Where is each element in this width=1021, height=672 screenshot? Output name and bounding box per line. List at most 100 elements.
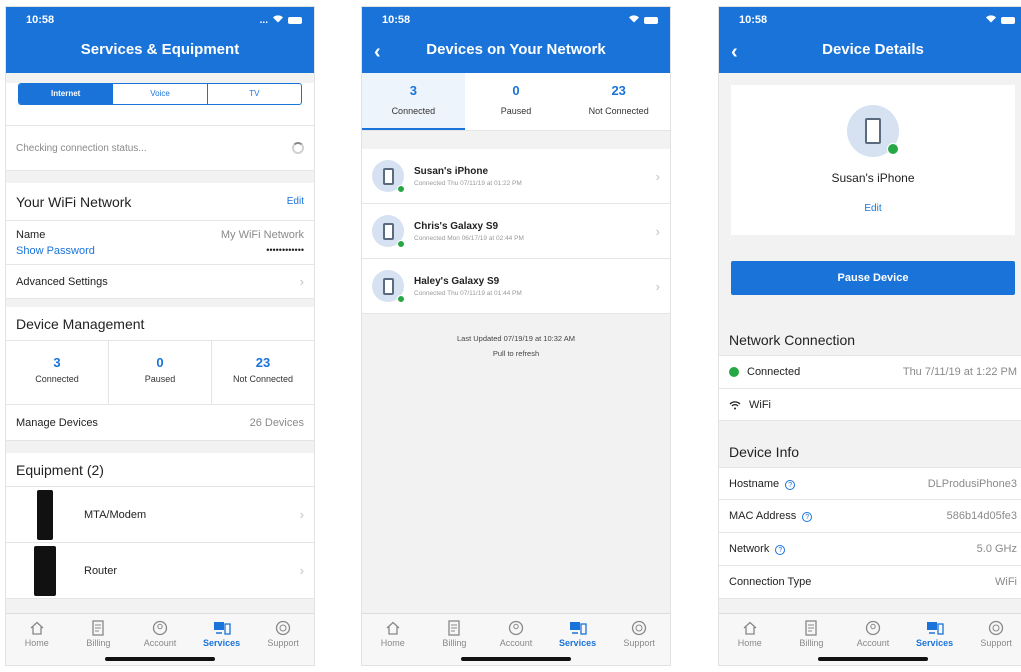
services-icon bbox=[569, 620, 587, 636]
wifi-icon bbox=[729, 400, 741, 410]
status-icons bbox=[628, 14, 658, 26]
manage-devices-count: 26 Devices bbox=[249, 416, 304, 429]
edit-device-link[interactable]: Edit bbox=[864, 203, 881, 214]
connected-status-dot bbox=[887, 143, 899, 155]
hostname-label: Hostname bbox=[729, 477, 780, 490]
tab-home[interactable]: Home bbox=[719, 614, 781, 665]
signal-icon: ... bbox=[259, 14, 268, 26]
battery-icon bbox=[288, 16, 302, 24]
tab-support[interactable]: Support bbox=[608, 614, 670, 665]
tab-paused[interactable]: 0 Paused bbox=[465, 73, 568, 130]
device-management-header: Device Management bbox=[6, 307, 314, 341]
support-icon bbox=[630, 620, 648, 636]
stat-paused-value: 0 bbox=[156, 355, 164, 370]
help-icon[interactable]: ? bbox=[802, 512, 813, 522]
not-connected-label: Not Connected bbox=[588, 106, 649, 116]
device-card: Susan's iPhone Edit bbox=[731, 85, 1015, 235]
stat-connected-label: Connected bbox=[35, 374, 79, 384]
connected-status-dot bbox=[397, 295, 405, 303]
tab-home[interactable]: Home bbox=[6, 614, 68, 665]
network-connection-header: Network Connection bbox=[719, 325, 1021, 355]
device-row[interactable]: Chris's Galaxy S9 Connected Mon 06/17/19… bbox=[362, 204, 670, 259]
service-segmented-control: Internet Voice TV bbox=[18, 83, 302, 105]
device-row[interactable]: Haley's Galaxy S9 Connected Thu 07/11/19… bbox=[362, 259, 670, 314]
page-title: Device Details bbox=[822, 41, 924, 58]
connected-status-dot bbox=[397, 240, 405, 248]
name-label: Name bbox=[16, 229, 46, 241]
wifi-label: WiFi bbox=[749, 398, 771, 411]
connection-status-row: Connected Thu 7/11/19 at 1:22 PM bbox=[719, 355, 1021, 389]
stat-not-connected[interactable]: 23 Not Connected bbox=[211, 341, 314, 404]
device-name: Chris's Galaxy S9 bbox=[414, 220, 499, 232]
pause-device-button[interactable]: Pause Device bbox=[731, 261, 1015, 295]
chevron-right-icon: › bbox=[299, 274, 304, 289]
app-header: 10:58 ‹ Device Details bbox=[719, 7, 1021, 73]
segment-tv[interactable]: TV bbox=[206, 84, 301, 104]
connection-type-value: WiFi bbox=[995, 576, 1017, 588]
stat-connected[interactable]: 3 Connected bbox=[6, 341, 108, 404]
tab-services-label: Services bbox=[916, 638, 954, 648]
wifi-edit-link[interactable]: Edit bbox=[287, 196, 304, 207]
phone-icon bbox=[847, 105, 899, 157]
wifi-status-icon bbox=[628, 14, 640, 26]
advanced-settings-row[interactable]: Advanced Settings › bbox=[6, 265, 314, 299]
tab-home-label: Home bbox=[380, 638, 405, 648]
tab-support[interactable]: Support bbox=[252, 614, 314, 665]
tab-services-label: Services bbox=[559, 638, 597, 648]
segment-voice[interactable]: Voice bbox=[112, 84, 206, 104]
help-icon[interactable]: ? bbox=[785, 479, 796, 490]
device-row[interactable]: Susan's iPhone Connected Thu 07/11/19 at… bbox=[362, 149, 670, 204]
device-info-header: Device Info bbox=[719, 437, 1021, 467]
screenshot-canvas: 10:58 ... Services & Equipment Internet … bbox=[0, 0, 1021, 672]
support-icon bbox=[987, 620, 1005, 636]
connected-label: Connected bbox=[391, 106, 436, 116]
tab-home-label: Home bbox=[737, 638, 762, 648]
equipment-router-row[interactable]: Router › bbox=[6, 543, 314, 599]
stat-paused[interactable]: 0 Paused bbox=[108, 341, 211, 404]
tab-account-label: Account bbox=[499, 638, 533, 648]
device-connected-time: Connected Thu 07/11/19 at 01:22 PM bbox=[414, 179, 522, 187]
connected-time: Thu 7/11/19 at 1:22 PM bbox=[902, 366, 1017, 378]
tab-billing-label: Billing bbox=[799, 638, 824, 648]
tab-support[interactable]: Support bbox=[965, 614, 1021, 665]
tab-not-connected[interactable]: 23 Not Connected bbox=[567, 73, 670, 130]
help-icon[interactable]: ? bbox=[775, 545, 786, 555]
chevron-right-icon: › bbox=[655, 223, 660, 239]
show-password-link[interactable]: Show Password bbox=[16, 245, 95, 257]
chevron-right-icon: › bbox=[655, 168, 660, 184]
wifi-status-icon bbox=[985, 14, 997, 26]
connection-type-label: Connection Type bbox=[729, 576, 812, 588]
tab-home[interactable]: Home bbox=[362, 614, 424, 665]
pull-to-refresh-text: Pull to refresh bbox=[492, 349, 540, 358]
tab-support-label: Support bbox=[623, 638, 655, 648]
status-bar: 10:58 bbox=[719, 7, 1021, 33]
equipment-modem-row[interactable]: MTA/Modem › bbox=[6, 487, 314, 543]
connected-status-dot bbox=[397, 185, 405, 193]
back-arrow-icon[interactable]: ‹ bbox=[731, 41, 738, 64]
phone-icon bbox=[372, 270, 405, 303]
info-row-hostname: Hostname? DLProdusiPhone3 bbox=[719, 467, 1021, 500]
manage-devices-row[interactable]: Manage Devices 26 Devices bbox=[6, 405, 314, 441]
billing-icon bbox=[89, 620, 107, 636]
battery-icon bbox=[1001, 16, 1015, 24]
device-details-screen: 10:58 ‹ Device Details Susan's iPhone Ed… bbox=[718, 6, 1021, 666]
loading-spinner-icon bbox=[292, 142, 304, 154]
password-mask: •••••••••••• bbox=[266, 245, 304, 255]
manage-devices-label: Manage Devices bbox=[16, 416, 98, 429]
info-row-mac: MAC Address? 586b14d05fe3 bbox=[719, 500, 1021, 533]
tab-account-label: Account bbox=[143, 638, 177, 648]
back-arrow-icon[interactable]: ‹ bbox=[374, 41, 381, 64]
wifi-name-row: Name Show Password My WiFi Network •••••… bbox=[6, 221, 314, 265]
connection-type-row: WiFi bbox=[719, 389, 1021, 421]
tab-connected[interactable]: 3 Connected bbox=[362, 73, 465, 130]
home-icon bbox=[384, 620, 402, 636]
bottom-tab-bar: Home Billing Account Services Support bbox=[719, 613, 1021, 665]
page-title: Services & Equipment bbox=[80, 41, 240, 58]
checking-status-text: Checking connection status... bbox=[16, 142, 147, 154]
chevron-right-icon: › bbox=[655, 278, 660, 294]
home-icon bbox=[28, 620, 46, 636]
segment-internet[interactable]: Internet bbox=[19, 84, 113, 104]
tab-services-label: Services bbox=[203, 638, 241, 648]
